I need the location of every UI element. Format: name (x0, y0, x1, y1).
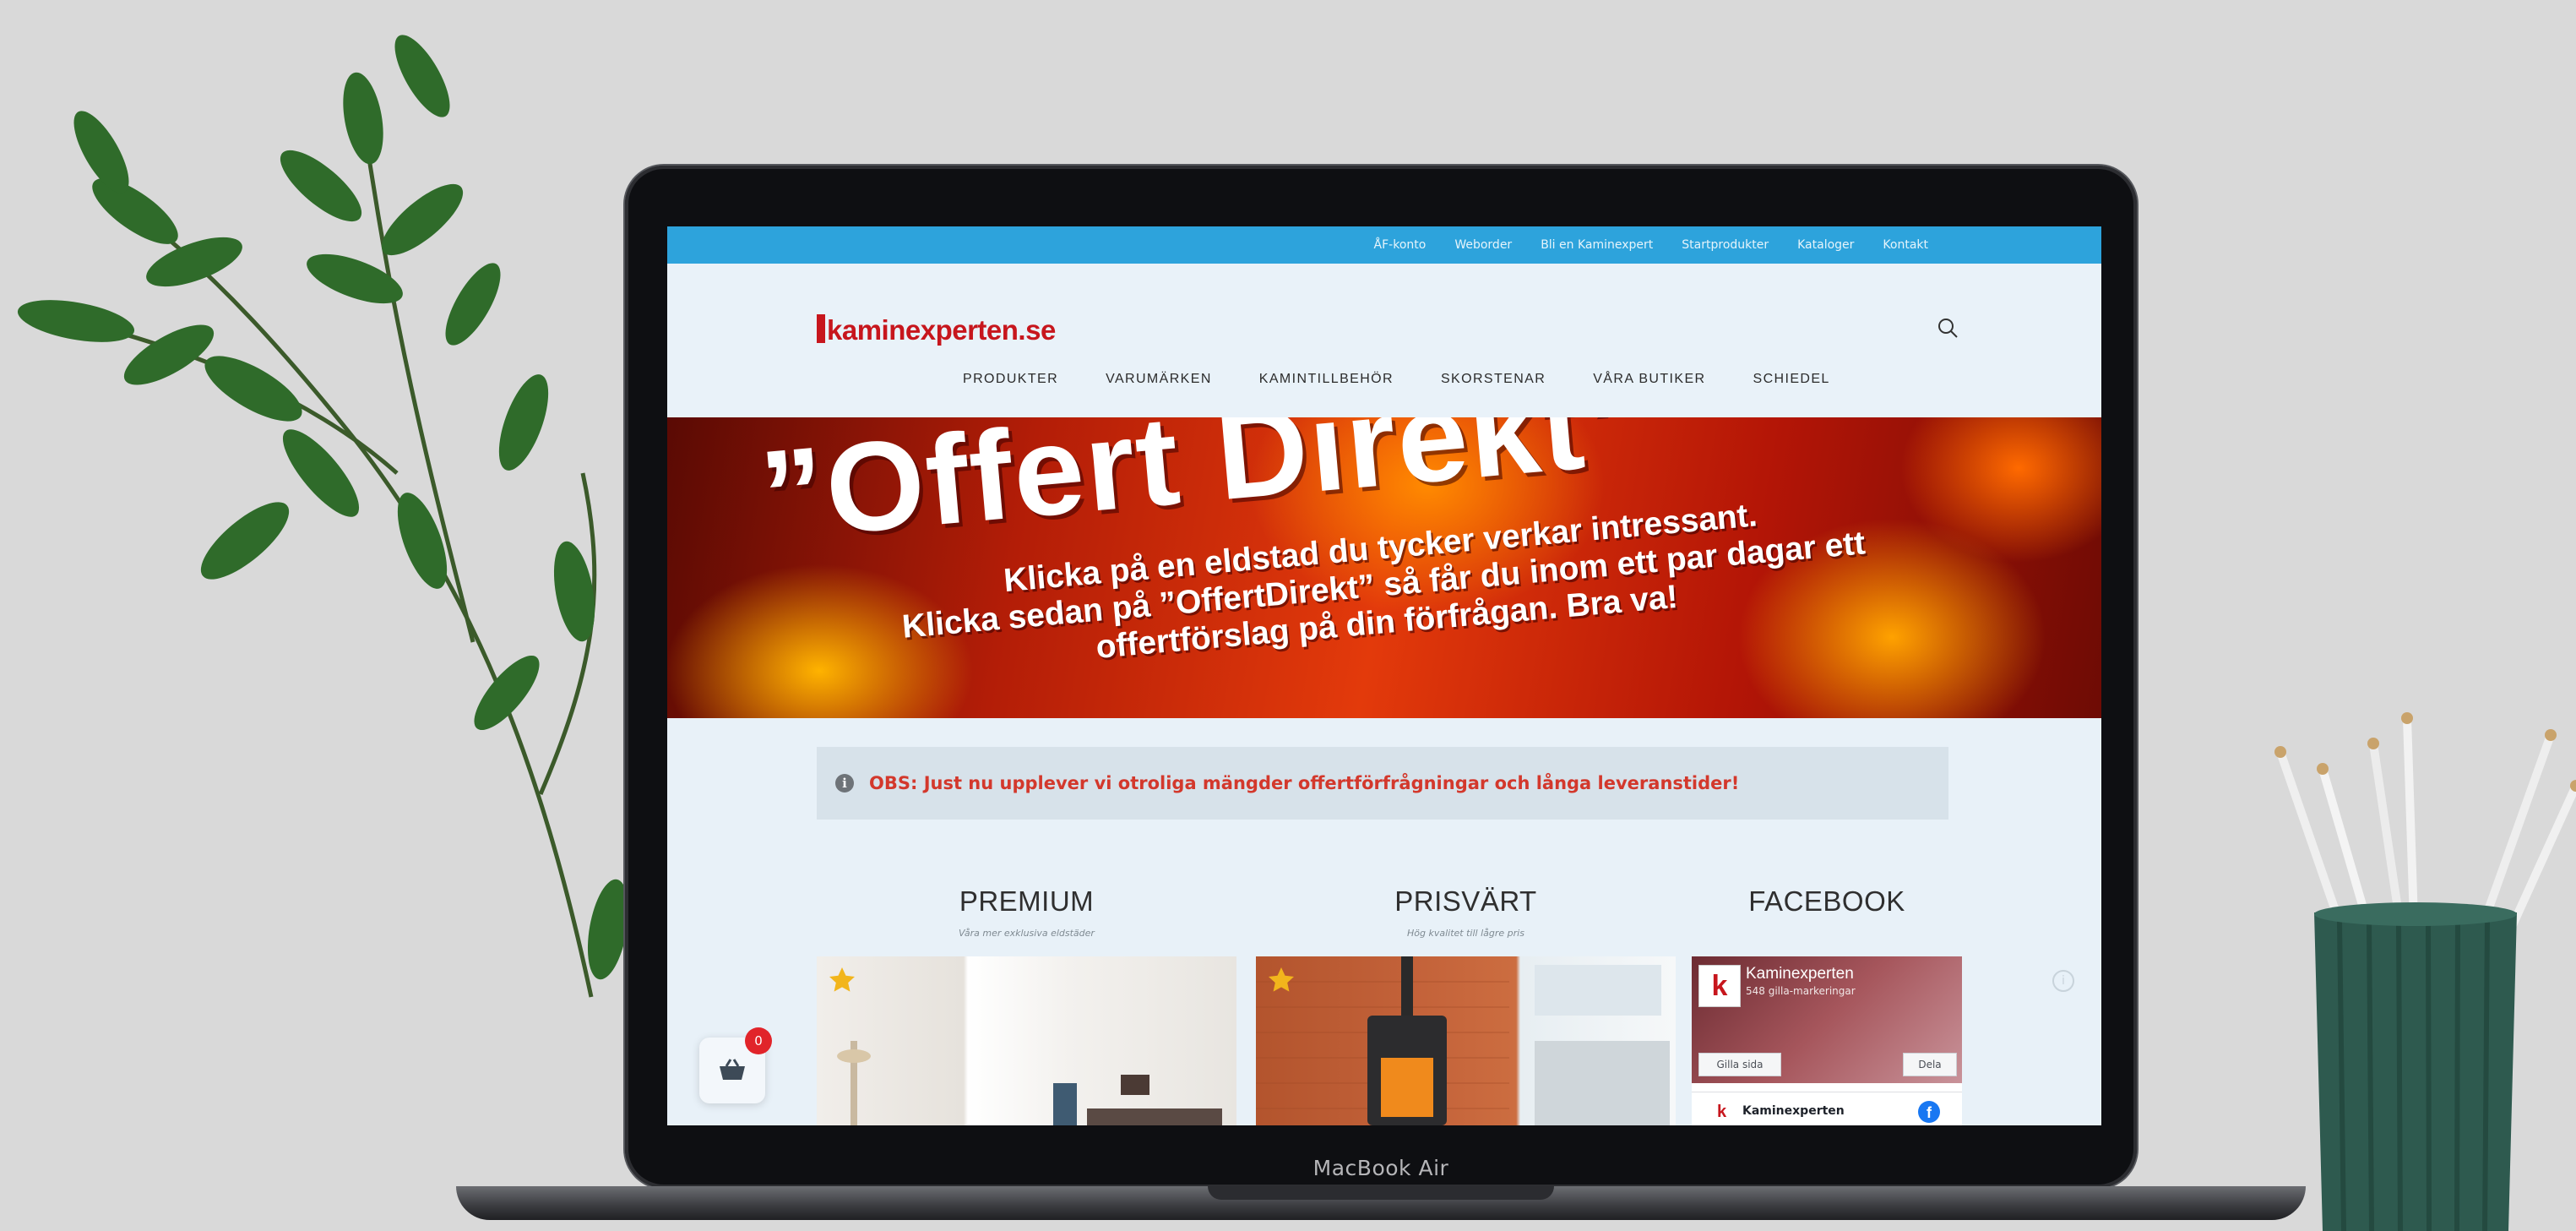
logo-text: kaminexperten.se (827, 314, 1056, 346)
cart-count-badge: 0 (745, 1027, 772, 1054)
website-screen: ÅF-konto Weborder Bli en Kaminexpert Sta… (667, 226, 2101, 1125)
laptop-notch (1208, 1186, 1554, 1200)
search-icon[interactable] (1936, 316, 1959, 340)
nav-item-kamintillbehor[interactable]: KAMINTILLBEHÖR (1259, 372, 1394, 387)
cookie-info-icon[interactable]: i (2052, 970, 2074, 992)
site-logo[interactable]: kaminexperten.se (817, 314, 1056, 346)
site-header: kaminexperten.se PRODUKTER VARUMÄRKEN KA… (667, 264, 2101, 417)
premium-room-image (837, 1041, 1222, 1125)
laptop-model-label: MacBook Air (1312, 1156, 1449, 1180)
logo-mark-icon (817, 314, 825, 343)
premium-heading: PREMIUM (959, 885, 1095, 917)
premium-subtitle: Våra mer exklusiva eldstäder (959, 928, 1095, 939)
utility-link-startprodukter[interactable]: Startprodukter (1682, 238, 1769, 252)
facebook-page-logo[interactable]: k (1698, 965, 1741, 1007)
plant-decoration (17, 35, 629, 998)
nav-item-produkter[interactable]: PRODUKTER (963, 372, 1058, 387)
utility-link-kontakt[interactable]: Kontakt (1883, 238, 1928, 252)
prisvart-product-card[interactable] (1256, 956, 1676, 1125)
prisvart-stove-image (1256, 956, 1670, 1125)
notice-text: OBS: Just nu upplever vi otroliga mängde… (869, 773, 1740, 793)
prisvart-subtitle: Hög kvalitet till lågre pris (1407, 928, 1524, 939)
nav-item-varumarken[interactable]: VARUMÄRKEN (1106, 372, 1212, 387)
facebook-like-count: 548 gilla-markeringar (1746, 985, 1856, 997)
nav-item-skorstenar[interactable]: SKORSTENAR (1441, 372, 1546, 387)
facebook-like-button[interactable]: Gilla sida (1698, 1053, 1781, 1076)
main-navigation: PRODUKTER VARUMÄRKEN KAMINTILLBEHÖR SKOR… (963, 372, 1830, 387)
utility-links: ÅF-konto Weborder Bli en Kaminexpert Sta… (1374, 226, 1928, 264)
hero-banner[interactable]: ”Offert Direkt” Klicka på en eldstad du … (667, 417, 2101, 718)
utility-link-af-konto[interactable]: ÅF-konto (1374, 238, 1427, 252)
facebook-post-author[interactable]: Kaminexperten (1742, 1104, 1845, 1118)
info-icon: i (835, 774, 854, 793)
facebook-share-button[interactable]: Dela (1903, 1053, 1957, 1076)
utility-link-weborder[interactable]: Weborder (1454, 238, 1512, 252)
basket-icon (720, 1059, 745, 1080)
nav-item-schiedel[interactable]: SCHIEDEL (1753, 372, 1830, 387)
facebook-page-name[interactable]: Kaminexperten (1746, 965, 1854, 983)
facebook-post-header: k Kaminexperten f (1692, 1092, 1962, 1125)
facebook-icon[interactable]: f (1918, 1101, 1940, 1123)
facebook-heading: FACEBOOK (1748, 885, 1905, 917)
utility-bar: ÅF-konto Weborder Bli en Kaminexpert Sta… (667, 226, 2101, 264)
notice-banner: i OBS: Just nu upplever vi otroliga mäng… (817, 747, 1948, 820)
facebook-post-logo: k (1717, 1103, 1727, 1121)
prisvart-heading: PRISVÄRT (1394, 885, 1537, 917)
nav-item-vara-butiker[interactable]: VÅRA BUTIKER (1593, 372, 1705, 387)
utility-link-bli-kaminexpert[interactable]: Bli en Kaminexpert (1541, 238, 1653, 252)
star-icon (1269, 967, 1294, 992)
utility-link-kataloger[interactable]: Kataloger (1797, 238, 1854, 252)
pencil-cup-decoration (2274, 712, 2576, 1231)
premium-product-card[interactable] (817, 956, 1236, 1125)
facebook-page-widget[interactable]: k Kaminexperten 548 gilla-markeringar Gi… (1692, 956, 1962, 1125)
